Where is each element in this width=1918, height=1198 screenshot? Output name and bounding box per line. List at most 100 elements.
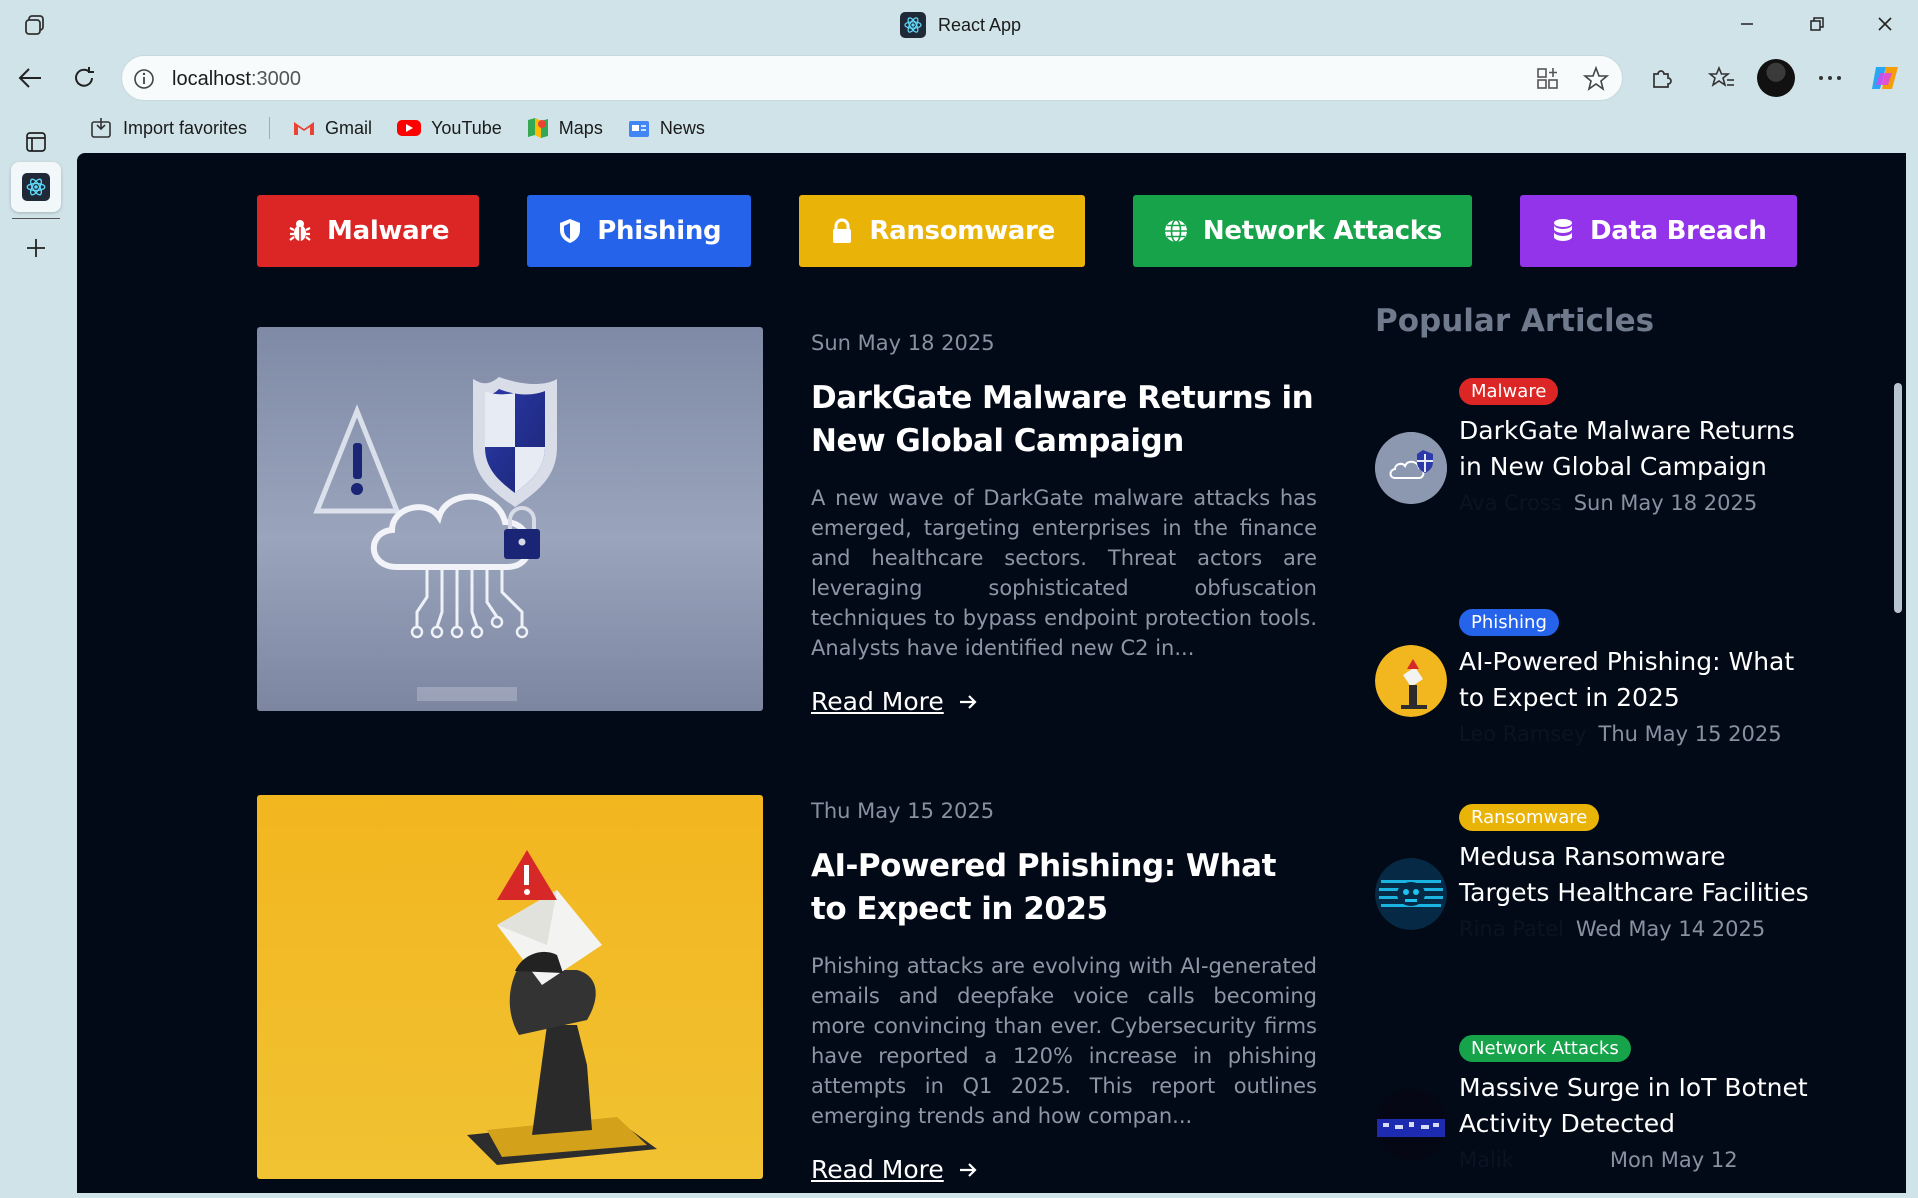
react-tab-icon xyxy=(22,173,50,201)
sidebar-toggle-icon[interactable] xyxy=(14,120,58,164)
bookmarks-bar: Import favorites Gmail YouTube Maps News xyxy=(90,114,729,142)
site-info-icon[interactable] xyxy=(132,67,156,91)
database-icon xyxy=(1550,218,1576,244)
category-label: Data Breach xyxy=(1589,216,1767,246)
bookmark-youtube[interactable]: YouTube xyxy=(396,118,502,139)
url-text[interactable]: localhost:3000 xyxy=(172,68,301,91)
article-body: Thu May 15 2025 AI-Powered Phishing: Wha… xyxy=(811,795,1317,1184)
read-more-label: Read More xyxy=(811,1155,944,1184)
tab-actions-icon[interactable] xyxy=(22,12,48,38)
news-icon xyxy=(628,121,649,137)
popular-meta: Ava Cross Sun May 18 2025 xyxy=(1459,491,1815,515)
popular-thumb xyxy=(1375,645,1447,717)
restore-button[interactable] xyxy=(1792,8,1842,40)
url-port: :3000 xyxy=(250,68,301,90)
popular-articles-sidebar: Popular Articles Malware DarkGate Malwar… xyxy=(1375,303,1815,1172)
popular-meta: Leo Ramsey Thu May 15 2025 xyxy=(1459,722,1815,746)
popular-title[interactable]: Massive Surge in IoT Botnet Activity Det… xyxy=(1459,1070,1815,1142)
address-bar[interactable]: localhost:3000 xyxy=(121,55,1623,101)
category-badge[interactable]: Ransomware xyxy=(1459,804,1600,831)
url-host: localhost xyxy=(172,68,251,90)
refresh-button[interactable] xyxy=(66,60,102,96)
bug-icon xyxy=(287,218,313,244)
bookmark-news[interactable]: News xyxy=(627,117,705,139)
popular-author: Rina Patel xyxy=(1459,917,1564,941)
category-badge[interactable]: Phishing xyxy=(1459,609,1559,636)
window-title-text: React App xyxy=(938,14,1022,35)
popular-author: Malik xyxy=(1459,1148,1514,1172)
popular-thumb xyxy=(1375,858,1447,930)
bookmark-maps[interactable]: Maps xyxy=(526,116,603,140)
popular-date: Wed May 14 2025 xyxy=(1575,917,1766,941)
close-window-button[interactable] xyxy=(1860,8,1910,40)
vertical-tab-bar xyxy=(0,104,72,1198)
category-button-network-attacks[interactable]: Network Attacks xyxy=(1132,195,1472,267)
bookmark-separator xyxy=(269,117,271,139)
popular-body: Network Attacks Massive Surge in IoT Bot… xyxy=(1459,1035,1815,1172)
article-date: Sun May 18 2025 xyxy=(811,331,995,355)
extensions-icon[interactable] xyxy=(1644,60,1680,96)
react-logo-icon xyxy=(900,12,926,38)
popular-date: Thu May 15 2025 xyxy=(1598,722,1782,746)
category-badge[interactable]: Network Attacks xyxy=(1459,1035,1631,1062)
new-tab-icon[interactable] xyxy=(14,226,58,270)
article-card: Sun May 18 2025 DarkGate Malware Returns… xyxy=(257,327,1317,716)
popular-title[interactable]: AI-Powered Phishing: What to Expect in 2… xyxy=(1459,644,1815,716)
article-title[interactable]: DarkGate Malware Returns in New Global C… xyxy=(811,377,1317,463)
popular-heading: Popular Articles xyxy=(1375,303,1655,339)
article-body: Sun May 18 2025 DarkGate Malware Returns… xyxy=(811,327,1317,716)
maps-icon xyxy=(527,118,548,138)
profile-avatar[interactable] xyxy=(1757,59,1795,97)
page-scrollbar[interactable] xyxy=(1894,383,1902,613)
gmail-icon xyxy=(294,122,315,135)
favorites-icon[interactable] xyxy=(1704,60,1740,96)
popular-meta: Malik Mon May 12 xyxy=(1459,1148,1815,1172)
tab-divider xyxy=(12,218,60,219)
popular-thumb xyxy=(1375,1089,1447,1161)
article-image-cloud-security[interactable] xyxy=(257,327,763,711)
category-badge[interactable]: Malware xyxy=(1459,378,1559,405)
globe-icon xyxy=(1163,218,1189,244)
popular-title[interactable]: DarkGate Malware Returns in New Global C… xyxy=(1459,413,1815,485)
read-more-link[interactable]: Read More xyxy=(811,1155,978,1184)
page-viewport: Malware Phishing Ransomware Network Atta… xyxy=(77,153,1906,1193)
bookmark-label: YouTube xyxy=(431,117,502,138)
category-label: Ransomware xyxy=(869,216,1055,246)
navigation-bar: localhost:3000 xyxy=(0,52,1918,104)
article-image-phishing-envelope[interactable] xyxy=(257,795,763,1179)
category-label: Malware xyxy=(327,216,450,246)
popular-date: Mon May 12 xyxy=(1609,1148,1738,1172)
popular-author: Leo Ramsey xyxy=(1459,722,1587,746)
shield-icon xyxy=(557,218,583,244)
category-button-phishing[interactable]: Phishing xyxy=(527,195,752,267)
more-options-icon[interactable] xyxy=(1812,60,1848,96)
article-title[interactable]: AI-Powered Phishing: What to Expect in 2… xyxy=(811,845,1317,931)
article-excerpt: Phishing attacks are evolving with AI-ge… xyxy=(811,954,1317,1128)
bookmark-label: Gmail xyxy=(325,117,373,138)
arrow-right-icon xyxy=(959,694,977,709)
category-button-malware[interactable]: Malware xyxy=(257,195,480,267)
bookmark-gmail[interactable]: Gmail xyxy=(292,118,372,139)
window-title: React App xyxy=(900,12,1021,38)
category-button-ransomware[interactable]: Ransomware xyxy=(799,195,1085,267)
bookmark-label: News xyxy=(659,117,705,138)
active-tab-react-app[interactable] xyxy=(11,162,61,212)
category-label: Phishing xyxy=(597,216,722,246)
copilot-icon[interactable] xyxy=(1868,60,1904,96)
popular-body: Phishing AI-Powered Phishing: What to Ex… xyxy=(1459,609,1815,746)
read-more-link[interactable]: Read More xyxy=(811,687,978,716)
popular-title[interactable]: Medusa Ransomware Targets Healthcare Fac… xyxy=(1459,839,1815,911)
minimize-button[interactable] xyxy=(1722,8,1772,40)
popular-date: Sun May 18 2025 xyxy=(1573,491,1758,515)
back-button[interactable] xyxy=(12,60,48,96)
bookmark-import-favorites[interactable]: Import favorites xyxy=(90,117,247,139)
import-icon xyxy=(91,118,111,138)
arrow-right-icon xyxy=(959,1162,977,1177)
popular-meta: Rina Patel Wed May 14 2025 xyxy=(1459,917,1815,941)
app-available-icon[interactable] xyxy=(1535,66,1561,92)
article-date: Thu May 15 2025 xyxy=(811,799,995,823)
category-button-data-breach[interactable]: Data Breach xyxy=(1519,195,1797,267)
favorite-star-icon[interactable] xyxy=(1582,65,1610,92)
read-more-label: Read More xyxy=(811,687,944,716)
bookmark-label: Import favorites xyxy=(123,117,248,138)
